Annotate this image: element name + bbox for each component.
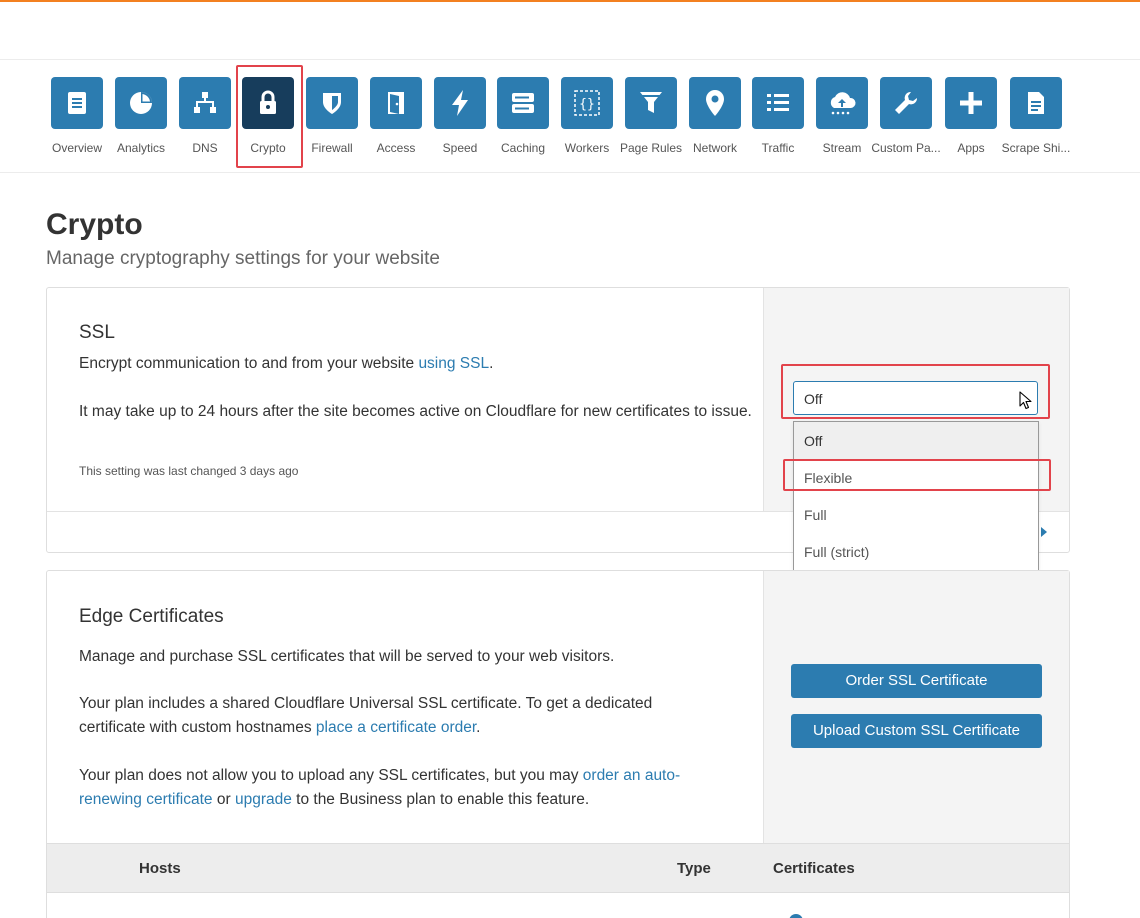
nav-item-apps[interactable]: Apps (936, 77, 1006, 169)
braces-icon: {} (561, 77, 613, 129)
list-icon (752, 77, 804, 129)
using-ssl-link[interactable]: using SSL (418, 355, 489, 372)
nav-label: Traffic (761, 141, 795, 155)
caret-right-icon[interactable] (1041, 527, 1047, 537)
nav-label: Custom Pa... (871, 141, 941, 155)
analytics-icon (115, 77, 167, 129)
nav-label: Apps (957, 141, 985, 155)
location-pin-icon (689, 77, 741, 129)
edge-p3-text: Your plan does not allow you to upload a… (79, 767, 583, 784)
option-full[interactable]: Full (794, 496, 1038, 533)
column-type[interactable]: Type (677, 860, 711, 877)
ssl-description-text: Encrypt communication to and from your w… (79, 355, 419, 372)
edge-p2-text-b: certificate with custom hostnames (79, 719, 316, 736)
nav-item-page-rules[interactable]: Page Rules (616, 77, 686, 169)
overview-icon (51, 77, 103, 129)
document-icon (1010, 77, 1062, 129)
svg-text:{}: {} (579, 97, 595, 112)
nav-label: Caching (500, 141, 546, 155)
ssl-last-changed: This setting was last changed 3 days ago (79, 464, 299, 478)
page-subtitle: Manage cryptography settings for your we… (46, 248, 440, 269)
nav-item-network[interactable]: Network (680, 77, 750, 169)
nav-item-caching[interactable]: Caching (488, 77, 558, 169)
nav-item-dns[interactable]: DNS (170, 77, 240, 169)
nav-item-traffic[interactable]: Traffic (743, 77, 813, 169)
top-bar (0, 2, 1140, 60)
nav-label: Firewall (311, 141, 353, 155)
nav-item-workers[interactable]: {} Workers (552, 77, 622, 169)
order-auto-link-part2: renewing certificate (79, 791, 213, 808)
column-certificates[interactable]: Certificates (773, 860, 855, 877)
server-icon (497, 77, 549, 129)
upgrade-link[interactable]: upgrade (235, 791, 292, 808)
nav-label: Page Rules (619, 141, 683, 155)
nav-item-crypto[interactable]: Crypto (233, 77, 303, 169)
order-ssl-certificate-button[interactable]: Order SSL Certificate (791, 664, 1042, 698)
ssl-note: It may take up to 24 hours after the sit… (79, 403, 752, 420)
ssl-description-end: . (489, 355, 494, 372)
option-off[interactable]: Off (794, 422, 1038, 459)
app-nav: Overview Analytics DNS Crypto Firewall Access… (0, 61, 1140, 173)
mouse-cursor-icon (1019, 391, 1032, 410)
option-flexible[interactable]: Flexible (794, 459, 1038, 496)
ssl-title: SSL (79, 322, 115, 343)
shield-icon (306, 77, 358, 129)
dns-icon (179, 77, 231, 129)
nav-label: Scrape Shi... (1001, 141, 1071, 155)
column-hosts[interactable]: Hosts (139, 860, 181, 877)
edge-p2: Your plan includes a shared Cloudflare U… (79, 692, 759, 740)
nav-item-firewall[interactable]: Firewall (297, 77, 367, 169)
edge-p2-text: Your plan includes a shared Cloudflare U… (79, 695, 653, 712)
nav-item-scrape-shi[interactable]: Scrape Shi... (1001, 77, 1071, 169)
nav-label: Access (376, 141, 416, 155)
nav-label: Analytics (116, 141, 166, 155)
nav-label: Network (692, 141, 737, 155)
cloud-upload-icon (816, 77, 868, 129)
ssl-mode-select[interactable]: Off (793, 381, 1038, 415)
wrench-icon (880, 77, 932, 129)
ssl-mode-dropdown: Off Flexible Full Full (strict) (793, 421, 1039, 571)
nav-label: Crypto (250, 141, 286, 155)
edge-p3-mid: or (212, 791, 235, 808)
order-auto-link-part1: order an auto- (582, 767, 681, 784)
bolt-icon (434, 77, 486, 129)
ssl-description: Encrypt communication to and from your w… (79, 352, 493, 376)
edge-p2-end: . (476, 719, 481, 736)
edge-p1: Manage and purchase SSL certificates tha… (79, 648, 615, 665)
edge-p3-end: to the Business plan to enable this feat… (291, 791, 590, 808)
upload-custom-ssl-certificate-button[interactable]: Upload Custom SSL Certificate (791, 714, 1042, 748)
option-full-strict[interactable]: Full (strict) (794, 533, 1038, 570)
filter-icon (625, 77, 677, 129)
nav-label: Stream (822, 141, 862, 155)
edge-p3: Your plan does not allow you to upload a… (79, 764, 759, 812)
plus-icon (945, 77, 997, 129)
nav-item-access[interactable]: Access (361, 77, 431, 169)
nav-item-stream[interactable]: Stream (807, 77, 877, 169)
nav-item-overview[interactable]: Overview (42, 77, 112, 169)
nav-item-analytics[interactable]: Analytics (106, 77, 176, 169)
nav-item-speed[interactable]: Speed (425, 77, 495, 169)
lock-icon (242, 77, 294, 129)
nav-label: Speed (442, 141, 478, 155)
edge-title: Edge Certificates (79, 606, 224, 627)
page-title: Crypto (46, 208, 143, 241)
nav-label: Workers (564, 141, 610, 155)
nav-label: Overview (51, 141, 102, 155)
door-icon (370, 77, 422, 129)
nav-label: DNS (192, 141, 218, 155)
certificates-table-header: Hosts Type Certificates (47, 843, 1069, 893)
table-row (47, 893, 1069, 918)
nav-item-custom-pa[interactable]: Custom Pa... (871, 77, 941, 169)
place-certificate-order-link[interactable]: place a certificate order (316, 719, 476, 736)
